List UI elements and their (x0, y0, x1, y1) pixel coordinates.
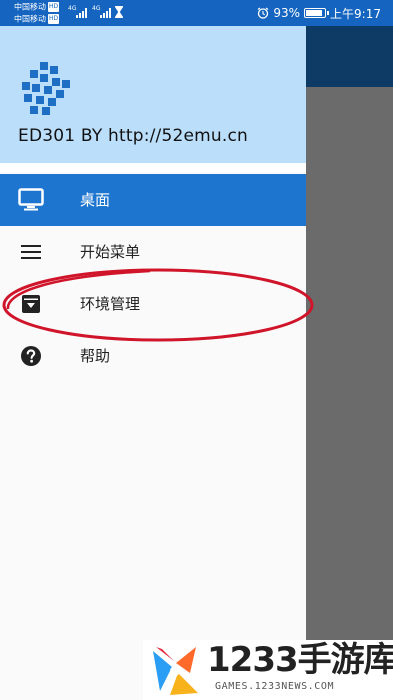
monitor-icon (18, 188, 44, 212)
battery-icon (304, 8, 330, 18)
clock-time: 上午9:17 (330, 6, 381, 21)
app-logo (22, 62, 70, 115)
help-circle-icon (18, 344, 44, 368)
nav-item-label: 帮助 (80, 347, 111, 365)
nav-item-label: 桌面 (80, 191, 111, 209)
watermark-url: GAMES.1233NEWS.COM (215, 681, 335, 692)
battery-percent: 93% (273, 6, 301, 20)
nav-item-label: 开始菜单 (80, 243, 141, 261)
carrier-1: 中国移动 HD (14, 2, 60, 12)
carrier-2: 中国移动 HD (14, 14, 60, 24)
nav-item-desktop[interactable]: 桌面 (0, 174, 306, 226)
nav-item-label: 环境管理 (80, 295, 141, 313)
archive-box-icon (18, 292, 44, 316)
header-divider (0, 163, 306, 172)
drawer-header: ED301 BY http://52emu.cn (0, 26, 306, 163)
watermark-brand: 1233手游库 (207, 640, 393, 680)
nav-item-environment[interactable]: 环境管理 (0, 278, 306, 330)
status-bar: 中国移动 HD 中国移动 HD 4G 4G 93% 上午9:17 (0, 0, 393, 26)
alarm-clock-icon (258, 7, 269, 19)
hourglass-icon (115, 6, 123, 18)
nav-item-help[interactable]: 帮助 (0, 330, 306, 382)
nav-item-start-menu[interactable]: 开始菜单 (0, 226, 306, 278)
watermark: 1233手游库 GAMES.1233NEWS.COM (143, 640, 393, 700)
status-right: 93% 上午9:17 (257, 0, 381, 26)
background-app-bar (306, 26, 393, 87)
watermark-logo (153, 647, 198, 695)
drawer-scrim[interactable] (306, 87, 393, 700)
navigation-drawer: ED301 BY http://52emu.cn 桌面 开始菜单 环境管理 帮助 (0, 26, 306, 700)
app-title: ED301 BY http://52emu.cn (18, 126, 249, 146)
hamburger-menu-icon (18, 240, 44, 264)
